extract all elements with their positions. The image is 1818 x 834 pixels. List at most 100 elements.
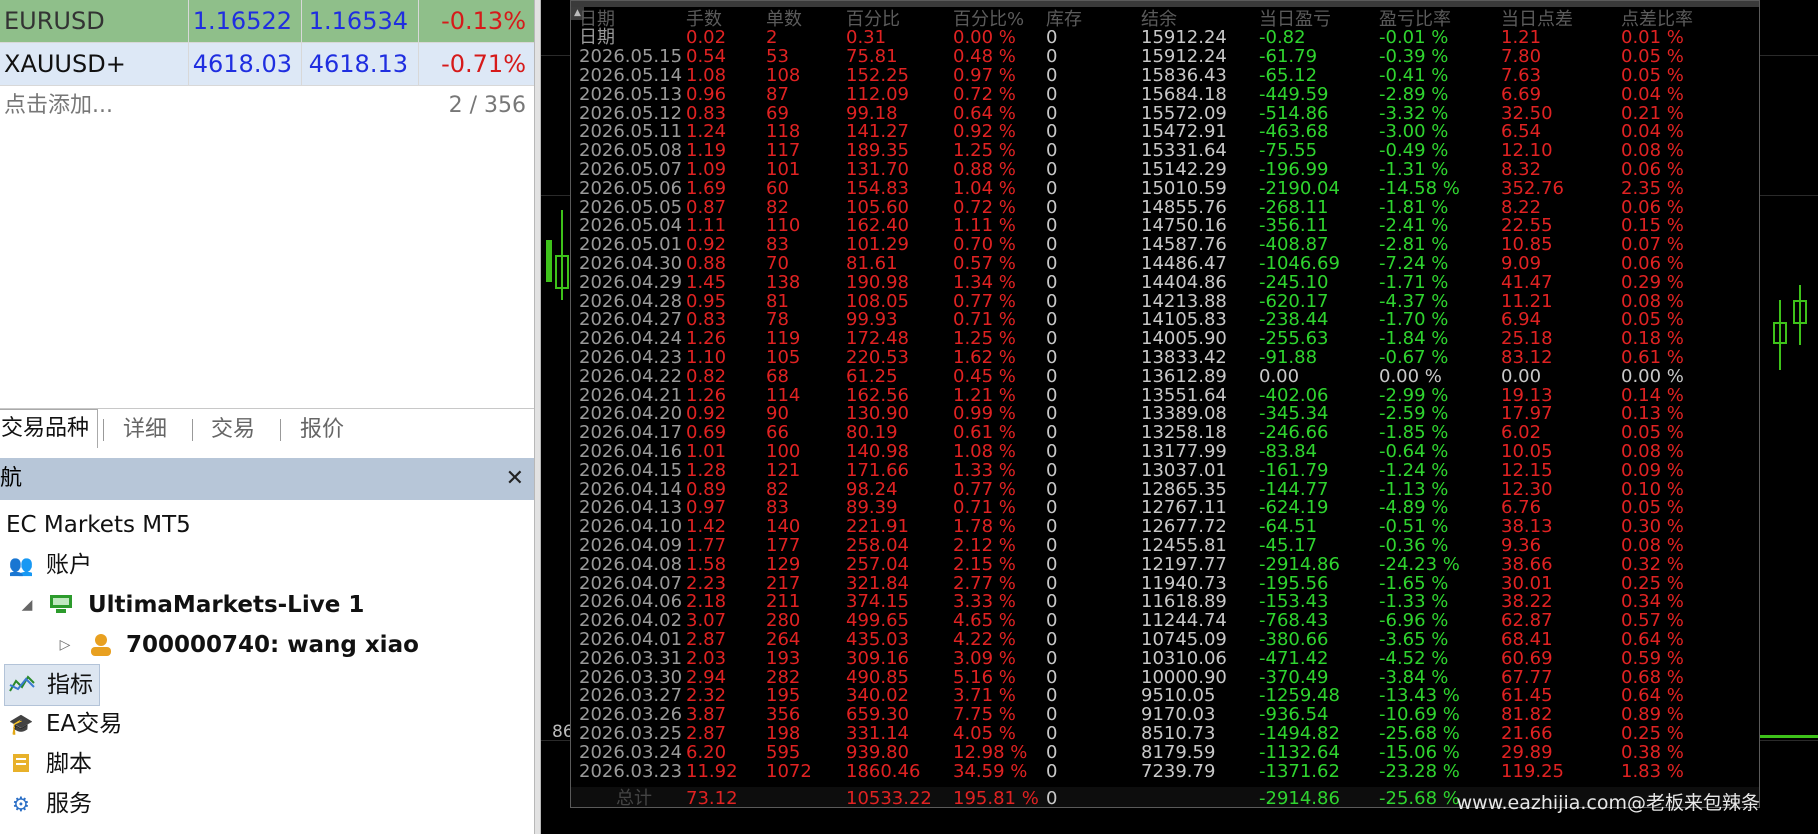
stats-cell: 0.92 [686,403,727,425]
stats-cell: 7.80 [1501,46,1542,68]
quote-row-eurusd[interactable]: EURUSD 1.16522 1.16534 -0.13% [0,0,534,43]
tree-item-scripts[interactable]: 脚本 [0,744,534,784]
stats-cell: 2026.04.13 [579,497,683,519]
stats-cell: 15331.64 [1141,140,1227,162]
table-row: 2026.05.15 0.54 53 75.81 0.48 % 0 15912.24 -61.… [571,46,1759,68]
tab-details[interactable]: 详细 [115,411,175,449]
stats-cell: 38.13 [1501,516,1553,538]
add-symbol-row[interactable]: 点击添加... 2 / 356 [0,86,534,126]
tree-item-server[interactable]: ◢ UltimaMarkets-Live 1 [0,585,534,625]
tab-ticks[interactable]: 报价 [292,411,352,449]
stats-cell: 0.71 % [953,309,1016,331]
stats-cell: 1.26 [686,328,727,350]
table-row: 2026.04.17 0.69 66 80.19 0.61 % 0 13258.18 -246… [571,423,1759,442]
stats-cell: 14404.86 [1141,271,1227,293]
stats-cell: 19.13 [1501,384,1553,406]
stats-cell: 98.24 [846,478,898,500]
table-row: 2026.05.06 1.69 60 154.83 1.04 % 0 15010.59 -21… [571,177,1759,199]
stats-cell: 2.15 % [953,553,1016,575]
stats-cell: 1.25 % [953,328,1016,350]
tree-item-expert-advisors[interactable]: 🎓 EA交易 [0,704,534,744]
stats-header-row: 日期 手数 单数 百分比 百分比% 库存 结余 当日盈亏 盈亏比率 当日点差 点差比率 [571,8,1759,30]
stats-cell: 0.45 % [953,365,1016,387]
stats-cell: -2.89 % [1379,83,1449,105]
stats-cell: 1.78 % [953,516,1016,538]
stats-cell: 0 [1046,591,1058,613]
stats-cell: 499.65 [846,610,909,632]
user-icon [88,633,114,657]
stats-cell: 14005.90 [1141,328,1227,350]
collapse-icon[interactable]: ◢ [14,593,40,617]
stats-cell: 结余 [1141,8,1177,30]
stats-cell: 0 [1046,234,1058,256]
stats-cell: 0.77 % [953,290,1016,312]
stats-cell: -768.43 [1259,610,1329,632]
stats-cell: -2914.86 [1259,553,1340,575]
stats-cell: -1.33 % [1379,591,1449,613]
stats-cell: 2.32 [686,685,727,707]
stats-cell: 12455.81 [1141,535,1227,556]
stats-cell: 百分比% [953,8,1025,30]
stats-cell: 0 [1046,441,1058,462]
stats-cell: 3.71 % [953,685,1016,707]
quote-row-xauusd[interactable]: XAUUSD+ 4618.03 4618.13 -0.71% [0,43,534,86]
stats-cell: 0 [1046,140,1058,162]
stats-cell: 15836.43 [1141,65,1227,86]
tree-item-services[interactable]: ⚙ 服务 [0,784,534,824]
stats-cell: -2.59 % [1379,403,1449,425]
stats-cell: 3.87 [686,704,727,726]
stats-cell: 2026.03.31 [579,647,683,669]
stats-cell: 0.31 [846,27,887,49]
panel-splitter[interactable] [534,0,541,834]
stats-cell: 490.85 [846,666,909,688]
stats-cell: 0.08 % [1621,441,1684,462]
tree-item-more[interactable]: ▮ [0,822,534,834]
stats-cell: -408.87 [1259,234,1329,256]
stats-cell: 130.90 [846,403,909,425]
expand-icon[interactable]: ▷ [52,633,78,657]
tab-trading[interactable]: 交易 [203,411,263,449]
stats-cell: 10.05 [1501,441,1553,462]
stats-cell: 0.99 % [953,403,1016,425]
tree-item-label: 账户 [46,552,92,578]
close-icon[interactable]: ✕ [506,458,524,500]
table-row: 2026.04.14 0.89 82 98.24 0.77 % 0 12865.35 -144… [571,478,1759,500]
stats-cell: 15572.09 [1141,102,1227,124]
stats-cell: 177 [766,535,801,556]
stats-cell: -15.06 % [1379,741,1460,763]
stats-cell: 0 [1046,760,1058,782]
stats-cell: 13177.99 [1141,441,1227,462]
stats-table[interactable]: ▲ 日期 手数 单数 百分比 百分比% 库存 结余 当日盈亏 盈亏比率 当日点差 点差比率 日期 0.0… [571,7,1759,797]
stats-cell: 10310.06 [1141,647,1227,669]
table-row: 2026.04.13 0.97 83 89.39 0.71 % 0 12767.11 -624… [571,497,1759,519]
tree-item-broker[interactable]: EC Markets MT5 [0,505,534,545]
stats-cell: 14213.88 [1141,290,1227,312]
stats-cell: 2026.04.01 [579,629,683,650]
stats-cell: 2026.04.27 [579,309,683,331]
tab-symbols[interactable]: 交易品种 [0,409,99,448]
table-row: 2026.05.11 1.24 118 141.27 0.92 % 0 15472.91 -4… [571,122,1759,141]
stats-cell: 172.48 [846,328,909,350]
stats-cell: 15142.29 [1141,159,1227,180]
stats-cell: 9170.03 [1141,704,1216,726]
stats-cell: 13037.01 [1141,459,1227,481]
stats-cell: 0 [1046,365,1058,387]
stats-cell: 8.32 [1501,159,1542,180]
stats-cell: 0 [1046,65,1058,86]
tree-item-label: EC Markets MT5 [6,512,191,538]
stats-cell: 25.18 [1501,328,1553,350]
stats-cell: 352.76 [1501,177,1564,199]
quote-ask: 1.16534 [308,7,408,35]
stats-cell: 0 [1046,610,1058,632]
stats-cell: 340.02 [846,685,909,707]
stats-cell: -10.69 % [1379,704,1460,726]
stats-cell: 171.66 [846,459,909,481]
tree-item-label: 指标 [47,672,93,698]
tree-item-accounts[interactable]: 👥 账户 [0,545,534,585]
stats-cell: 53 [766,46,789,68]
tree-item-user[interactable]: ▷ 700000740: wang xiao [0,625,534,665]
stats-cell: 6.76 [1501,497,1542,519]
tree-item-indicators[interactable]: 指标 [4,664,100,706]
stats-cell: -4.37 % [1379,290,1449,312]
stats-cell: 1.25 % [953,140,1016,162]
